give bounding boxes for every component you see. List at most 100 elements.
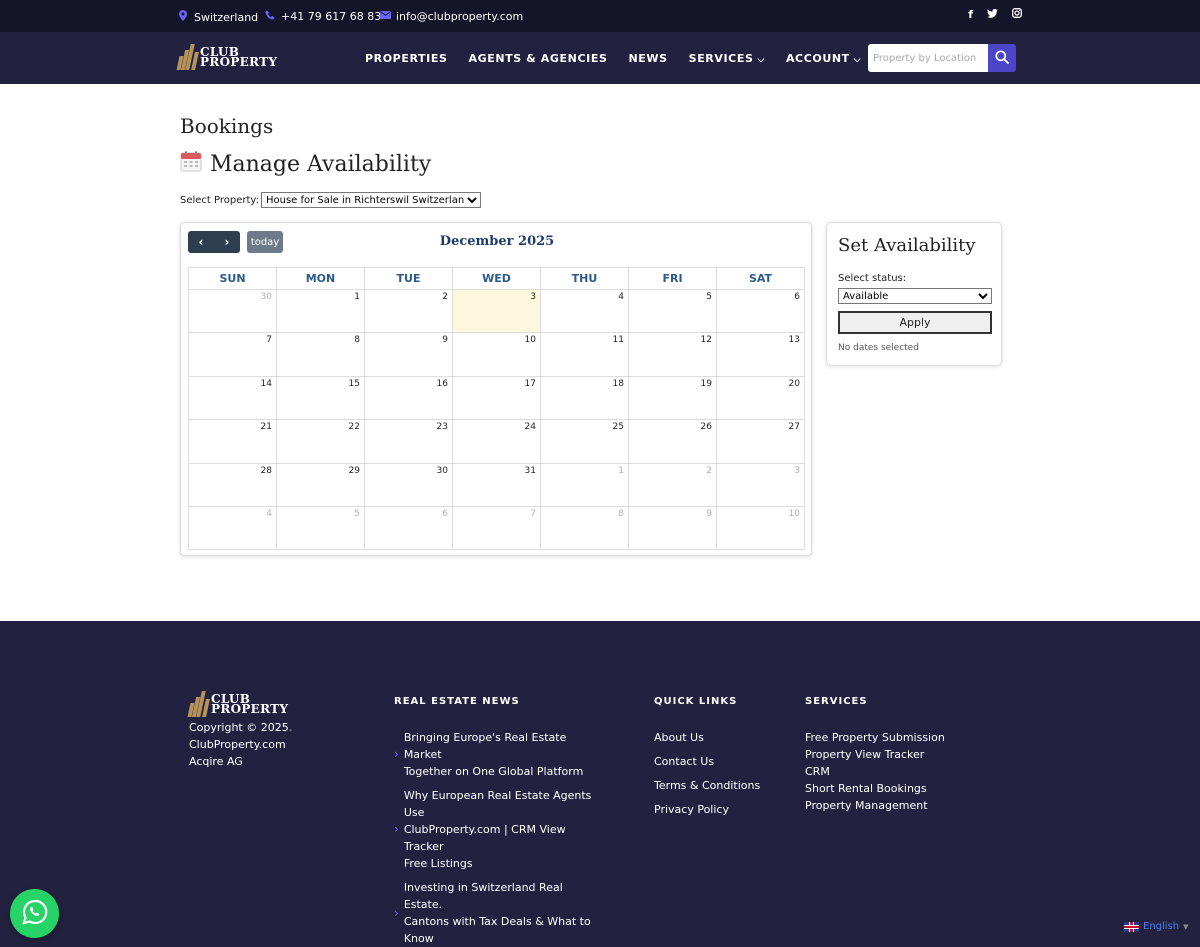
calendar-day[interactable]: 16 [364,375,453,421]
social-links: f [968,8,1022,21]
twitter-icon[interactable] [987,8,998,21]
calendar-day[interactable]: 18 [540,375,629,421]
news-link-text: Investing in Switzerland Real Estate. Can… [403,881,591,945]
calendar-day[interactable]: 22 [276,419,365,464]
calendar-day[interactable]: 21 [188,419,277,464]
calendar-day[interactable]: 25 [540,419,629,464]
weekday-header: SAT [716,267,805,290]
calendar-day[interactable]: 1 [276,288,365,334]
calendar-day[interactable]: 24 [452,419,541,464]
property-select-label: Select Property: [180,194,259,206]
calendar-day[interactable]: 2 [628,462,717,507]
location-text: Switzerland [194,10,259,24]
site-logo[interactable]: CLUB PROPERTY [176,44,278,70]
calendar-day[interactable]: 4 [188,505,277,551]
weekday-header-row: SUN MON TUE WED THU FRI SAT [188,267,805,290]
services-list: Free Property Submission Property View Tr… [805,729,945,814]
calendar-day[interactable]: 13 [716,332,805,377]
property-select[interactable]: House for Sale in Richterswil Switzerlan… [260,192,481,208]
nav-account[interactable]: ACCOUNT ⌵ [786,52,861,65]
calendar-day[interactable]: 6 [716,288,805,334]
news-link[interactable]: › Investing in Switzerland Real Estate. Ca… [394,879,594,947]
calendar-icon [180,150,202,178]
weekday-header: TUE [364,267,453,290]
calendar-day[interactable]: 10 [716,505,805,551]
calendar-day[interactable]: 7 [452,505,541,551]
calendar-day[interactable]: 30 [364,462,453,507]
logo-mark [176,44,199,70]
calendar-day[interactable]: 8 [540,505,629,551]
nav-services[interactable]: SERVICES ⌵ [689,52,765,65]
quick-link[interactable]: Privacy Policy [654,801,760,825]
search-button[interactable] [988,44,1016,72]
calendar-week-row: 4 5 6 7 8 9 10 [188,505,805,551]
quick-link[interactable]: Contact Us [654,753,760,777]
news-link[interactable]: › Bringing Europe's Real Estate Market Tog… [394,729,594,780]
search-icon [995,49,1009,68]
calendar-day[interactable]: 28 [188,462,277,507]
calendar-day[interactable]: 12 [628,332,717,377]
calendar-day[interactable]: 2 [364,288,453,334]
apply-button[interactable]: Apply [838,311,992,334]
service-link[interactable]: Property Management [805,797,945,814]
quick-link[interactable]: About Us [654,729,760,753]
calendar-day[interactable]: 9 [364,332,453,377]
instagram-icon[interactable] [1012,8,1022,21]
quick-link[interactable]: Terms & Conditions [654,777,760,801]
calendar-day[interactable]: 29 [276,462,365,507]
email-info[interactable]: info@clubproperty.com [380,10,523,23]
calendar-day[interactable]: 7 [188,332,277,377]
weekday-header: WED [452,267,541,290]
uk-flag-icon [1124,921,1139,932]
whatsapp-button[interactable] [10,889,59,938]
phone-info[interactable]: +41 79 617 68 83 [265,10,381,23]
nav-agents-agencies[interactable]: AGENTS & AGENCIES [468,52,607,65]
calendar-day[interactable]: 14 [188,375,277,421]
calendar-day[interactable]: 20 [716,375,805,421]
facebook-icon[interactable]: f [968,8,973,21]
calendar-day[interactable]: 26 [628,419,717,464]
nav-news[interactable]: NEWS [628,52,667,65]
calendar-day[interactable]: 10 [452,332,541,377]
calendar-day[interactable]: 4 [540,288,629,334]
calendar-day[interactable]: 31 [452,462,541,507]
logo-text: CLUB PROPERTY [200,45,278,69]
status-select[interactable]: Available [838,288,992,304]
language-switcher[interactable]: English ▼ [1124,921,1189,932]
service-link[interactable]: CRM [805,763,945,780]
chevron-right-icon: › [394,822,399,836]
calendar-day[interactable]: 23 [364,419,453,464]
service-link[interactable]: Short Rental Bookings [805,780,945,797]
calendar-day[interactable]: 27 [716,419,805,464]
quick-links-heading: QUICK LINKS [654,696,738,707]
calendar-day[interactable]: 30 [188,288,277,334]
service-link[interactable]: Property View Tracker [805,746,945,763]
search-input[interactable] [868,44,988,72]
main-menu: PROPERTIES AGENTS & AGENCIES NEWS SERVIC… [365,52,861,65]
footer-logo[interactable]: CLUB PROPERTY [187,691,288,717]
site-footer: CLUB PROPERTY Copyright © 2025. ClubProp… [0,621,1200,947]
language-label: English [1143,921,1180,932]
news-link-text: Bringing Europe's Real Estate Market Toge… [403,731,584,778]
calendar-day[interactable]: 3 [716,462,805,507]
page-title: Bookings [180,114,274,138]
calendar-day[interactable]: 17 [452,375,541,421]
calendar-day[interactable]: 8 [276,332,365,377]
news-link-text: Why European Real Estate Agents Use ClubP… [403,789,592,870]
calendar-day[interactable]: 5 [276,505,365,551]
calendar-day[interactable]: 5 [628,288,717,334]
nav-properties[interactable]: PROPERTIES [365,52,447,65]
logo-mark [187,691,210,717]
news-link[interactable]: › Why European Real Estate Agents Use Club… [394,787,594,872]
calendar-day[interactable]: 9 [628,505,717,551]
calendar-day[interactable]: 11 [540,332,629,377]
calendar-day[interactable]: 6 [364,505,453,551]
calendar-day-today[interactable]: 3 [452,288,541,334]
caret-down-icon: ▼ [1183,922,1189,931]
property-selector: Select Property: House for Sale in Richt… [180,192,481,208]
service-link[interactable]: Free Property Submission [805,729,945,746]
calendar-day[interactable]: 1 [540,462,629,507]
calendar-day[interactable]: 19 [628,375,717,421]
calendar-week-row: 30 1 2 3 4 5 6 [188,288,805,334]
calendar-day[interactable]: 15 [276,375,365,421]
